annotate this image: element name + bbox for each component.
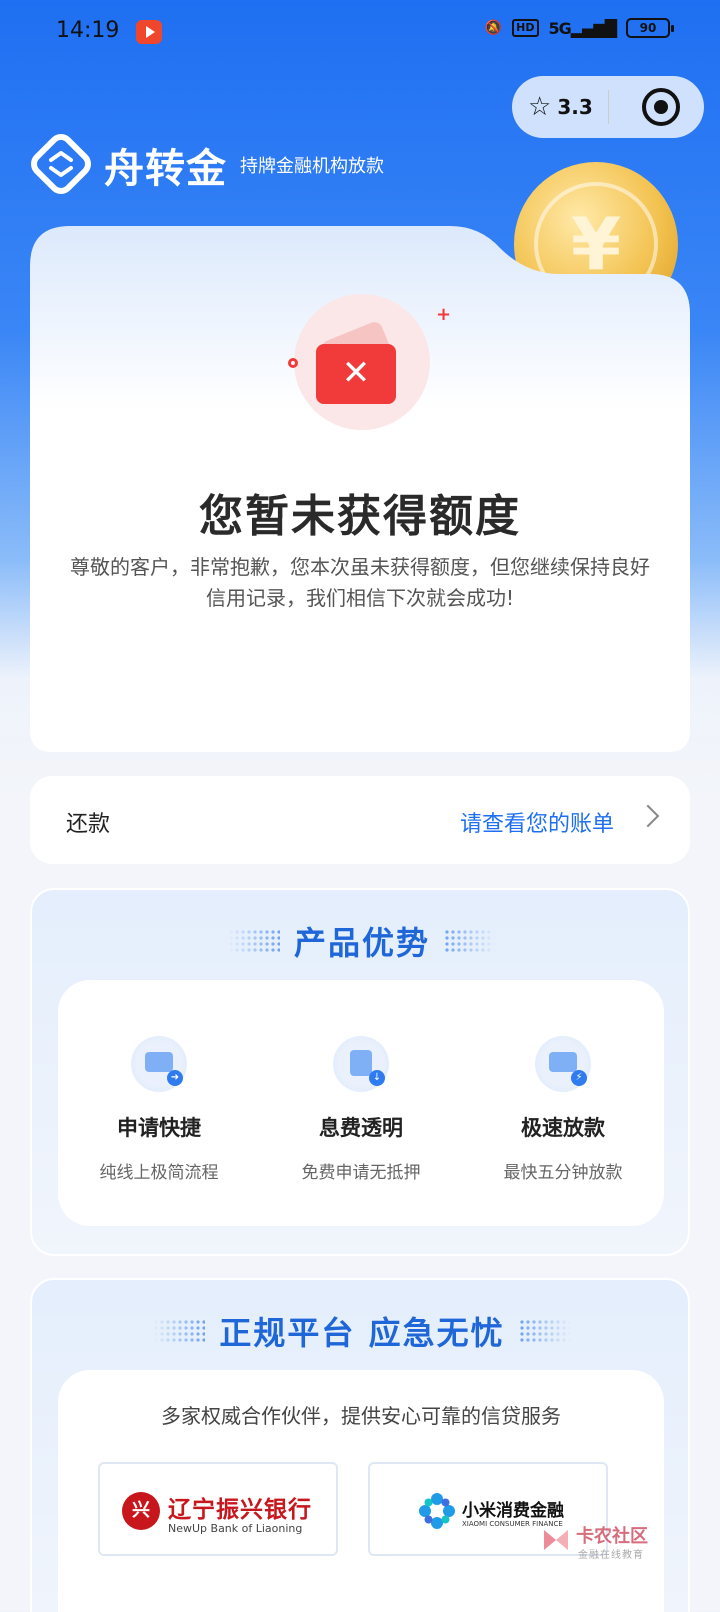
brand-name: 舟转金 (104, 146, 227, 192)
network-type: 5G (548, 18, 572, 38)
feature-quick-apply: ➜ 申请快捷 纯线上极简流程 (64, 980, 254, 1226)
advantages-header: 产品优势 (32, 918, 692, 964)
bank-logo-icon: 兴 (122, 1492, 160, 1530)
dots-decoration (444, 929, 496, 953)
feature-title: 申请快捷 (117, 1116, 201, 1140)
target-icon[interactable] (642, 88, 680, 126)
feature-transparent-fees: ↓ 息费透明 免费申请无抵押 (266, 980, 456, 1226)
battery-icon: 90 (626, 18, 674, 38)
status-indicators: 🔕 HD 5G▂▄▆█ 90 (484, 18, 674, 38)
status-time: 14:19 (56, 18, 120, 43)
xiaomi-finance-logo-icon (419, 1493, 455, 1529)
watermark-subtext: 金融在线教育 (578, 1550, 644, 1561)
error-x-icon: ✕ (316, 344, 396, 404)
watermark: 卡农社区 金融在线教育 (540, 1522, 660, 1566)
dots-decoration (227, 929, 280, 953)
advantages-section: 产品优势 ➜ 申请快捷 纯线上极简流程 ↓ 息费透明 免费申请无抵押 ⚡ 极速放… (30, 888, 690, 1256)
result-card: ✕ + 您暂未获得额度 尊敬的客户，非常抱歉，您本次虽未获得额度，但您继续保持良… (30, 226, 690, 752)
mute-icon: 🔕 (484, 20, 503, 36)
wallet-bolt-icon: ⚡ (535, 1036, 591, 1092)
feature-subtitle: 纯线上极简流程 (99, 1163, 219, 1183)
platform-title: 正规平台 应急无忧 (219, 1314, 505, 1352)
feature-title: 极速放款 (521, 1116, 605, 1140)
miniapp-capsule: ☆ 3.3 (512, 76, 704, 138)
view-bill-link[interactable]: 请查看您的账单 (460, 806, 614, 838)
signal-icon: 5G▂▄▆█ (548, 18, 617, 38)
dots-decoration (153, 1319, 206, 1343)
result-description: 尊敬的客户，非常抱歉，您本次虽未获得额度，但您继续保持良好信用记录，我们相信下次… (70, 555, 650, 610)
repay-label: 还款 (66, 812, 111, 837)
document-download-icon: ↓ (333, 1036, 389, 1092)
feature-subtitle: 免费申请无抵押 (301, 1163, 421, 1183)
platform-header: 正规平台 应急无忧 (32, 1308, 692, 1354)
partner-liaoning-bank: 兴 辽宁振兴银行 NewUp Bank of Liaoning (98, 1462, 338, 1556)
sparkle-plus-icon: + (436, 304, 452, 325)
battery-level: 90 (639, 21, 657, 35)
screen-record-icon (136, 20, 162, 44)
dots-decoration (518, 1319, 571, 1343)
repay-row[interactable]: 还款 请查看您的账单 (30, 776, 690, 864)
result-title: 您暂未获得额度 (199, 491, 521, 542)
chevron-right-icon[interactable] (636, 804, 660, 828)
sparkle-dot-icon (288, 358, 298, 368)
star-outline-icon[interactable]: ☆ (528, 92, 551, 122)
wallet-error-icon: ✕ (294, 294, 430, 430)
brand-tagline: 持牌金融机构放款 (240, 156, 384, 177)
feature-subtitle: 最快五分钟放款 (503, 1163, 623, 1183)
partner-name-en: NewUp Bank of Liaoning (168, 1522, 303, 1535)
partners-card: 多家权威合作伙伴，提供安心可靠的信贷服务 兴 辽宁振兴银行 NewUp Bank… (58, 1370, 664, 1612)
hd-badge: HD (512, 19, 539, 37)
watermark-logo-icon (544, 1530, 568, 1550)
watermark-text: 卡农社区 (576, 1526, 648, 1547)
partners-intro: 多家权威合作伙伴，提供安心可靠的信贷服务 (161, 1404, 561, 1428)
rating-value[interactable]: 3.3 (557, 95, 592, 119)
exchange-logo-icon (31, 134, 91, 194)
advantages-list: ➜ 申请快捷 纯线上极简流程 ↓ 息费透明 免费申请无抵押 ⚡ 极速放款 最快五… (58, 980, 664, 1226)
status-bar: 14:19 🔕 HD 5G▂▄▆█ 90 (0, 0, 720, 64)
partner-name: 小米消费金融 (462, 1501, 564, 1521)
feature-title: 息费透明 (319, 1116, 403, 1140)
card-arrow-icon: ➜ (131, 1036, 187, 1092)
capsule-divider (608, 90, 609, 124)
advantages-title: 产品优势 (293, 924, 430, 962)
partner-name: 辽宁振兴银行 (168, 1497, 312, 1523)
feature-fast-loan: ⚡ 极速放款 最快五分钟放款 (468, 980, 658, 1226)
